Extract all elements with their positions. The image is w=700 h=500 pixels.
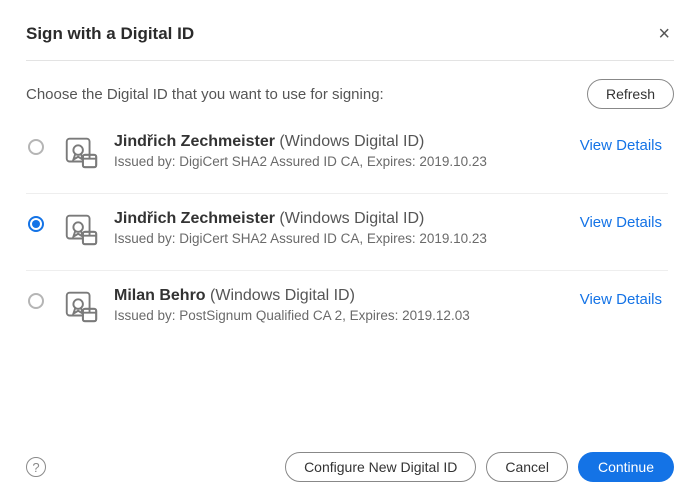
certificate-type: (Windows Digital ID) [210, 287, 355, 304]
certificate-list[interactable]: Jindřich Zechmeister (Windows Digital ID… [26, 117, 674, 424]
certificate-info: Jindřich Zechmeister (Windows Digital ID… [114, 210, 572, 246]
certificate-icon-wrap [62, 133, 100, 176]
certificate-item[interactable]: Milan Behro (Windows Digital ID) Issued … [26, 270, 668, 347]
certificate-radio[interactable] [28, 216, 44, 232]
certificate-icon-wrap [62, 210, 100, 253]
certificate-name-line: Milan Behro (Windows Digital ID) [114, 287, 572, 305]
sign-digital-id-dialog: Sign with a Digital ID × Choose the Digi… [0, 0, 700, 500]
certificate-name: Jindřich Zechmeister [114, 133, 275, 150]
close-icon[interactable]: × [654, 22, 674, 46]
certificate-name-line: Jindřich Zechmeister (Windows Digital ID… [114, 133, 572, 151]
certificate-radio[interactable] [28, 139, 44, 155]
dialog-footer: ? Configure New Digital ID Cancel Contin… [26, 424, 674, 482]
certificate-list-container: Jindřich Zechmeister (Windows Digital ID… [26, 117, 684, 424]
cancel-button[interactable]: Cancel [486, 452, 568, 482]
configure-new-id-button[interactable]: Configure New Digital ID [285, 452, 476, 482]
certificate-name-line: Jindřich Zechmeister (Windows Digital ID… [114, 210, 572, 228]
refresh-button[interactable]: Refresh [587, 79, 674, 109]
certificate-icon [62, 210, 100, 248]
certificate-icon [62, 133, 100, 171]
prompt-text: Choose the Digital ID that you want to u… [26, 86, 384, 103]
certificate-name: Jindřich Zechmeister [114, 210, 275, 227]
certificate-icon-wrap [62, 287, 100, 330]
continue-button[interactable]: Continue [578, 452, 674, 482]
certificate-issuer: Issued by: DigiCert SHA2 Assured ID CA, … [114, 154, 572, 169]
view-details-link[interactable]: View Details [580, 137, 662, 154]
view-details-link[interactable]: View Details [580, 291, 662, 308]
dialog-header: Sign with a Digital ID × [26, 22, 674, 46]
certificate-type: (Windows Digital ID) [279, 133, 424, 150]
certificate-name: Milan Behro [114, 287, 206, 304]
help-icon[interactable]: ? [26, 457, 46, 477]
certificate-type: (Windows Digital ID) [279, 210, 424, 227]
view-details-link[interactable]: View Details [580, 214, 662, 231]
certificate-info: Jindřich Zechmeister (Windows Digital ID… [114, 133, 572, 169]
certificate-item[interactable]: Jindřich Zechmeister (Windows Digital ID… [26, 117, 668, 193]
certificate-icon [62, 287, 100, 325]
prompt-row: Choose the Digital ID that you want to u… [26, 79, 674, 109]
certificate-item[interactable]: Jindřich Zechmeister (Windows Digital ID… [26, 193, 668, 270]
certificate-issuer: Issued by: DigiCert SHA2 Assured ID CA, … [114, 231, 572, 246]
certificate-issuer: Issued by: PostSignum Qualified CA 2, Ex… [114, 308, 572, 323]
header-divider [26, 60, 674, 61]
dialog-title: Sign with a Digital ID [26, 24, 194, 44]
certificate-info: Milan Behro (Windows Digital ID) Issued … [114, 287, 572, 323]
certificate-radio[interactable] [28, 293, 44, 309]
